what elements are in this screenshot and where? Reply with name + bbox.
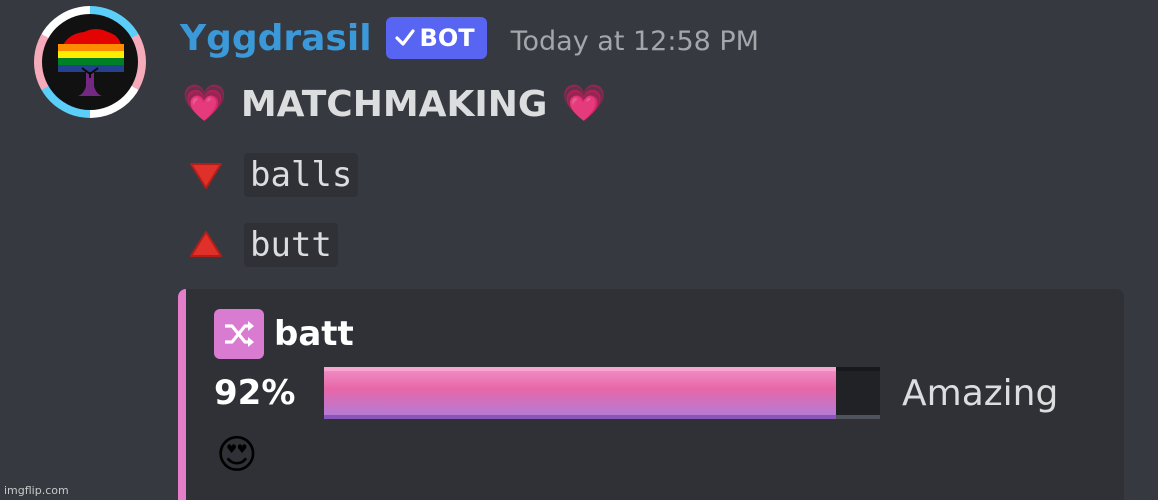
bot-badge-label: BOT xyxy=(419,24,475,52)
bot-avatar[interactable] xyxy=(34,6,146,118)
chat-message: Yggdrasil BOT Today at 12:58 PM 💗 MATCHM… xyxy=(0,0,1158,500)
down-triangle-icon xyxy=(186,155,226,195)
up-triangle-icon xyxy=(186,225,226,265)
embed-name: batt xyxy=(274,314,354,354)
match-score-row: 92% Amazing xyxy=(214,367,1058,419)
match-progress-fill xyxy=(324,367,836,419)
username[interactable]: Yggdrasil xyxy=(180,18,372,59)
message-line-2: butt xyxy=(186,222,338,268)
match-embed: batt 92% Amazing 😍 xyxy=(178,289,1124,500)
match-percent: 92% xyxy=(214,373,296,413)
message-timestamp: Today at 12:58 PM xyxy=(510,25,759,57)
heart-eyes-icon: 😍 xyxy=(216,432,258,478)
heart-left-icon: 💗 xyxy=(182,83,227,124)
match-progress-bar xyxy=(324,367,880,419)
match-rating: Amazing xyxy=(902,372,1059,414)
watermark: imgflip.com xyxy=(4,484,69,497)
word-2: butt xyxy=(244,223,338,267)
verified-check-icon xyxy=(394,29,415,46)
message-title: 💗 MATCHMAKING 💗 xyxy=(182,80,606,128)
embed-title: batt xyxy=(214,309,354,359)
bot-badge: BOT xyxy=(385,17,487,59)
title-text: MATCHMAKING xyxy=(240,83,548,125)
word-1: balls xyxy=(244,153,359,197)
heart-right-icon: 💗 xyxy=(561,83,607,124)
message-line-1: balls xyxy=(186,152,359,198)
message-header: Yggdrasil BOT Today at 12:58 PM xyxy=(180,10,759,66)
tree-logo-icon xyxy=(42,14,138,110)
shuffle-icon xyxy=(214,309,264,359)
